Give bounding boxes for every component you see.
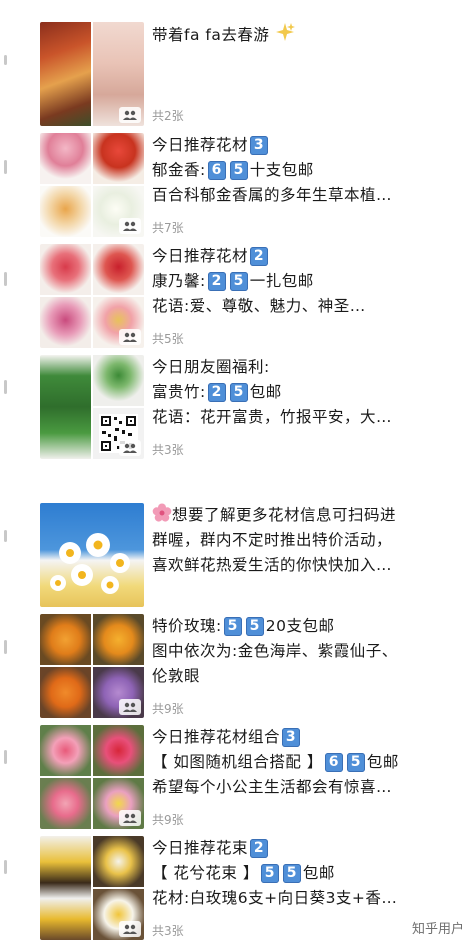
moment-post[interactable]: 今日推荐花材组合 3 【 如图随机组合搭配 】 6 5 包邮 希望每个小公主生活都会有惊…	[40, 725, 466, 829]
number-5-badge: 5	[229, 161, 248, 180]
multi-image-icon	[119, 218, 141, 234]
daisy-bouquet-icon	[50, 533, 130, 594]
post-thumbnail[interactable]	[40, 244, 144, 348]
post-thumbnail[interactable]	[40, 133, 144, 237]
number-2-badge: 2	[207, 383, 226, 402]
moment-post[interactable]: 带着fa fa去春游 共2张	[40, 22, 466, 126]
multi-image-icon	[119, 440, 141, 456]
watermark: 知乎用户	[411, 922, 464, 937]
multi-image-icon	[119, 810, 141, 826]
number-3-badge: 3	[250, 136, 269, 155]
number-5-badge: 5	[260, 864, 279, 883]
post-thumbnail[interactable]	[40, 22, 144, 126]
multi-image-icon	[119, 699, 141, 715]
post-thumbnail[interactable]	[40, 355, 144, 459]
number-2-badge: 2	[250, 839, 269, 858]
post-thumbnail[interactable]	[40, 836, 144, 940]
post-line: 今日推荐花材组合 3	[152, 725, 464, 750]
post-line: 郁金香: 6 5 十支包邮	[152, 161, 314, 180]
post-line: 今日推荐花材 2	[152, 244, 464, 269]
post-thumbnail[interactable]	[40, 503, 144, 607]
moment-post[interactable]: 特价玫瑰: 5 5 20支包邮 图中依次为:金色海岸、紫霞仙子、 伦敦眼 共9张	[40, 614, 466, 718]
image-count: 共7张	[152, 221, 184, 235]
post-line: 想要了解更多花材信息可扫码进	[152, 503, 464, 528]
post-line: 今日推荐花材 3	[152, 133, 464, 158]
post-thumbnail[interactable]	[40, 614, 144, 718]
moment-post[interactable]: 今日推荐花束 2 【 花兮花束 】 5 5 包邮 花材:白玫瑰6支+向日葵3支+香… 共…	[40, 836, 466, 940]
image-count: 共9张	[152, 813, 184, 827]
number-3-badge: 3	[282, 728, 301, 747]
number-6-badge: 6	[207, 161, 226, 180]
image-count: 共9张	[152, 702, 184, 716]
post-thumbnail[interactable]	[40, 725, 144, 829]
number-5-badge: 5	[346, 753, 365, 772]
post-line: 【 花兮花束 】 5 5 包邮	[152, 864, 335, 883]
post-line: 带着fa fa去春游	[152, 22, 464, 50]
post-line: 富贵竹: 2 5 包邮	[152, 383, 282, 402]
image-count: 共2张	[152, 109, 184, 123]
number-5-badge: 5	[229, 383, 248, 402]
image-count: 共3张	[152, 443, 184, 457]
image-count: 共3张	[152, 924, 184, 938]
post-line: 特价玫瑰: 5 5 20支包邮	[152, 617, 335, 636]
post-line: 喜欢鲜花热爱生活的你快快加入…	[152, 556, 393, 574]
post-line: 【 如图随机组合搭配 】 6 5 包邮	[152, 753, 399, 772]
number-5-badge: 5	[245, 617, 264, 636]
moment-post[interactable]: 今日推荐花材 2 康乃馨: 2 5 一扎包邮 花语:爱、尊敬、魅力、神圣… 共5张	[40, 244, 466, 348]
multi-image-icon	[119, 921, 141, 937]
post-line: 图中依次为:金色海岸、紫霞仙子、	[152, 642, 398, 660]
number-2-badge: 2	[250, 247, 269, 266]
number-5-badge: 5	[282, 864, 301, 883]
number-5-badge: 5	[223, 617, 242, 636]
moment-post[interactable]: 想要了解更多花材信息可扫码进 群喔，群内不定时推出特价活动， 喜欢鲜花热爱生活的…	[40, 503, 466, 607]
post-line: 今日朋友圈福利:	[152, 358, 270, 376]
sparkles-icon	[275, 22, 295, 50]
number-6-badge: 6	[324, 753, 343, 772]
post-line: 希望每个小公主生活都会有惊喜…	[152, 778, 393, 796]
multi-image-icon	[119, 107, 141, 123]
post-line: 花语：花开富贵，竹报平安，大…	[152, 408, 393, 426]
post-line: 群喔，群内不定时推出特价活动，	[152, 531, 393, 549]
post-line: 今日推荐花束 2	[152, 836, 464, 861]
image-count: 共5张	[152, 332, 184, 346]
post-line: 百合科郁金香属的多年生草本植…	[152, 186, 393, 204]
moment-post[interactable]: 今日推荐花材 3 郁金香: 6 5 十支包邮 百合科郁金香属的多年生草本植… 共7张	[40, 133, 466, 237]
moment-post[interactable]: 今日朋友圈福利: 富贵竹: 2 5 包邮 花语：花开富贵，竹报平安，大… 共3张	[40, 355, 466, 459]
number-2-badge: 2	[207, 272, 226, 291]
post-line: 花材:白玫瑰6支+向日葵3支+香…	[152, 889, 398, 907]
timeline-rail	[0, 0, 20, 947]
number-5-badge: 5	[229, 272, 248, 291]
post-line: 伦敦眼	[152, 667, 201, 685]
multi-image-icon	[119, 329, 141, 345]
post-line: 花语:爱、尊敬、魅力、神圣…	[152, 297, 366, 315]
post-line: 康乃馨: 2 5 一扎包邮	[152, 272, 314, 291]
cherry-blossom-icon	[152, 503, 172, 523]
